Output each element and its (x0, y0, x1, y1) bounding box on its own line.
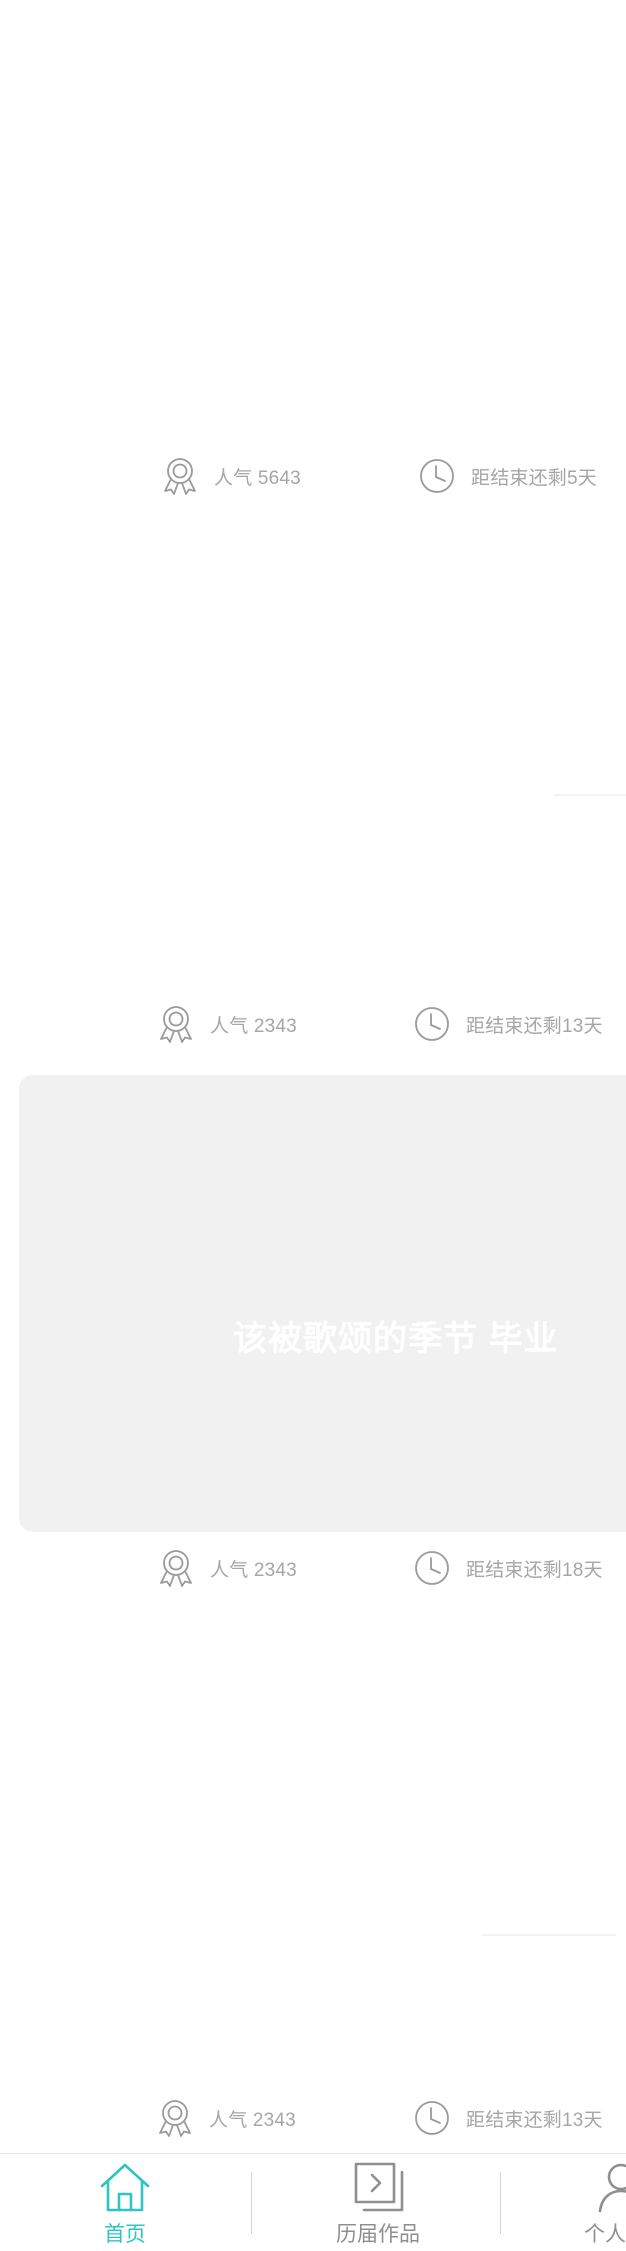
tab-past-works[interactable]: 历届作品 (320, 2154, 450, 2251)
divider-line (482, 1934, 616, 1936)
popularity-stat: 人气 2343 (156, 999, 297, 1049)
banner-title: 该被歌颂的季节 毕业 (233, 1320, 559, 1358)
user-icon (598, 2163, 626, 2213)
popularity-count: 人气 2343 (209, 2109, 296, 2131)
remaining-stat: 距结束还剩13天 (412, 2093, 603, 2143)
popularity-count: 人气 5643 (214, 467, 301, 489)
competition-banner[interactable]: 该被歌颂的季节 毕业 (19, 1075, 626, 1532)
popularity-stat: 人气 5643 (160, 451, 301, 501)
popularity-count: 人气 2343 (210, 1559, 297, 1581)
bottom-tab-bar: 首页 历届作品 个人 (0, 2153, 626, 2251)
clock-icon (412, 1548, 452, 1588)
card-stats-3: 人气 2343 距结束还剩18天 (0, 1543, 626, 1593)
tab-profile-label: 个人 (584, 2223, 626, 2246)
card-stats-2: 人气 2343 距结束还剩13天 (0, 999, 626, 1049)
tab-profile[interactable]: 个人 (570, 2154, 626, 2251)
remaining-stat: 距结束还剩5天 (417, 451, 597, 501)
past-works-icon (354, 2162, 404, 2212)
popularity-count: 人气 2343 (210, 1015, 297, 1037)
remaining-stat: 距结束还剩18天 (412, 1543, 603, 1593)
award-ribbon-icon (156, 1548, 196, 1588)
clock-icon (412, 1004, 452, 1044)
card-stats-4: 人气 2343 距结束还剩13天 (0, 2093, 626, 2143)
tab-divider (500, 2172, 501, 2234)
popularity-stat: 人气 2343 (156, 1543, 297, 1593)
card-stats-1: 人气 5643 距结束还剩5天 (0, 451, 626, 501)
remaining-days: 距结束还剩13天 (466, 1015, 603, 1037)
award-ribbon-icon (160, 456, 200, 496)
tab-past-works-label: 历届作品 (336, 2223, 420, 2246)
award-ribbon-icon (156, 1004, 196, 1044)
remaining-days: 距结束还剩18天 (466, 1559, 603, 1581)
remaining-days: 距结束还剩5天 (471, 467, 597, 489)
tab-home[interactable]: 首页 (70, 2154, 180, 2251)
remaining-stat: 距结束还剩13天 (412, 999, 603, 1049)
clock-icon (417, 456, 457, 496)
tab-home-label: 首页 (104, 2223, 146, 2246)
award-ribbon-icon (155, 2098, 195, 2138)
clock-icon (412, 2098, 452, 2138)
tab-divider (251, 2172, 252, 2234)
home-icon (100, 2163, 150, 2212)
remaining-days: 距结束还剩13天 (466, 2109, 603, 2131)
popularity-stat: 人气 2343 (155, 2093, 296, 2143)
divider-line (554, 794, 626, 796)
